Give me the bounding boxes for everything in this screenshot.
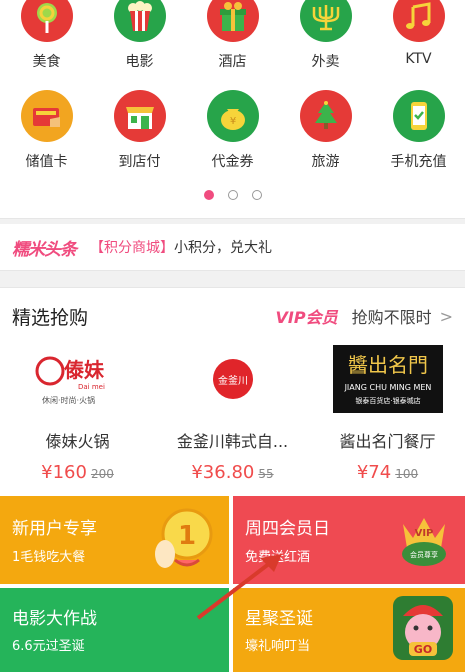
gift-box-icon xyxy=(206,0,259,42)
phone-check-icon xyxy=(392,90,445,142)
deal-name: 傣妹火锅 xyxy=(45,432,110,451)
storefront-icon xyxy=(113,90,166,142)
money-bag-icon: ¥ xyxy=(206,90,259,142)
chevron-right-icon: > xyxy=(439,306,453,326)
christmas-tree-icon xyxy=(299,90,352,142)
category-voucher[interactable]: ¥ 代金券 xyxy=(186,90,279,184)
vip-crown-icon: VIP 会员尊享 xyxy=(402,518,446,566)
logo-text: 傣妹 xyxy=(64,358,105,382)
category-takeout[interactable]: 外卖 xyxy=(279,0,372,84)
lollipop-icon xyxy=(20,0,73,42)
page-dot[interactable] xyxy=(251,190,262,200)
santa-pig-icon: GO xyxy=(393,596,453,660)
deal-item[interactable]: 傣妹 Dai mei 休闲·时尚·火锅 傣妹火锅 ¥160 200 xyxy=(0,344,155,483)
category-label: 手机充值 xyxy=(390,154,447,170)
promo-subtitle: 1毛钱吃大餐 xyxy=(12,550,86,565)
logo-text: 醬出名門 xyxy=(348,353,428,377)
promo-subtitle: 6.6元过圣诞 xyxy=(12,639,85,654)
logo-text: 金釜川 xyxy=(218,374,248,387)
category-grid: 美食 电影 酒店 外卖 KTV 储值卡 到店付 ¥ 代金券 旅游 手机充值 xyxy=(0,0,465,218)
deal-name: 金釜川韩式自... xyxy=(176,432,289,451)
current-price: ¥160 xyxy=(41,462,87,483)
category-travel[interactable]: 旅游 xyxy=(279,90,372,184)
page-dot-active[interactable] xyxy=(203,190,214,200)
category-label: 美食 xyxy=(32,54,61,70)
deal-price: ¥74 100 xyxy=(357,462,418,483)
category-row: 储值卡 到店付 ¥ 代金券 旅游 手机充值 xyxy=(0,90,465,184)
current-price: ¥74 xyxy=(356,462,392,483)
deal-list: 傣妹 Dai mei 休闲·时尚·火锅 傣妹火锅 ¥160 200 金釜川 金釜… xyxy=(0,344,465,483)
badge-subtext: 会员尊享 xyxy=(410,550,438,559)
category-pay-in-store[interactable]: 到店付 xyxy=(93,90,186,184)
popcorn-icon xyxy=(113,0,166,42)
category-label: 代金券 xyxy=(211,154,254,170)
pointer-arrow-icon xyxy=(196,554,282,620)
deal-item[interactable]: 金釜川 金釜川韩式自... ¥36.80 55 xyxy=(155,344,310,483)
deal-name: 酱出名门餐厅 xyxy=(339,432,436,451)
vip-badge: VIP会员 xyxy=(275,308,338,327)
page-indicator xyxy=(0,190,465,200)
promo-title: 周四会员日 xyxy=(245,519,330,539)
shop-logo-daimei: 傣妹 Dai mei 休闲·时尚·火锅 xyxy=(23,344,133,414)
original-price: 200 xyxy=(90,467,114,481)
deal-item[interactable]: 醬出名門 JIANG CHU MING MEN 银泰百货店·银泰城店 酱出名门餐… xyxy=(310,344,465,483)
shop-logo-jinfuchuan: 金釜川 xyxy=(178,344,288,414)
more-link: 抢购不限时 xyxy=(351,308,432,327)
category-stored-card[interactable]: 储值卡 xyxy=(0,90,93,184)
flash-sale-header: 精选抢购 VIP会员 抢购不限时 > xyxy=(0,288,465,344)
category-label: 酒店 xyxy=(218,54,247,70)
category-label: KTV xyxy=(405,51,432,67)
category-ktv[interactable]: KTV xyxy=(372,0,465,84)
shop-logo-jiangchumingmen: 醬出名門 JIANG CHU MING MEN 银泰百货店·银泰城店 xyxy=(332,344,443,414)
original-price: 55 xyxy=(258,467,274,481)
logo-sub: Dai mei xyxy=(78,383,105,391)
candelabra-icon xyxy=(299,0,352,42)
ticker-logo: 糯米头条 xyxy=(12,239,77,260)
logo-tagline: 休闲·时尚·火锅 xyxy=(42,395,95,405)
ticker-message: 【积分商城】小积分，兑大礼 xyxy=(90,237,272,257)
flash-sale-more[interactable]: VIP会员 抢购不限时 > xyxy=(276,288,454,344)
flash-sale-section: 精选抢购 VIP会员 抢购不限时 > 傣妹 Dai mei 休闲·时尚·火锅 傣… xyxy=(0,288,465,493)
original-price: 100 xyxy=(395,467,419,481)
category-phone-topup[interactable]: 手机充值 xyxy=(372,90,465,184)
category-movie[interactable]: 电影 xyxy=(93,0,186,84)
logo-sub: JIANG CHU MING MEN xyxy=(343,383,431,392)
promo-subtitle: 壕礼响叮当 xyxy=(245,639,311,654)
svg-text:¥: ¥ xyxy=(229,116,235,127)
promo-title: 电影大作战 xyxy=(12,609,97,629)
category-food[interactable]: 美食 xyxy=(0,0,93,84)
category-label: 储值卡 xyxy=(25,154,68,170)
badge-text: VIP xyxy=(415,528,434,539)
section-title: 精选抢购 xyxy=(12,306,89,329)
category-row: 美食 电影 酒店 外卖 KTV xyxy=(0,0,465,84)
category-label: 外卖 xyxy=(311,54,340,70)
current-price: ¥36.80 xyxy=(191,462,255,483)
ticker-text: 小积分，兑大礼 xyxy=(174,240,272,256)
stored-card-icon xyxy=(20,90,73,142)
deal-price: ¥36.80 55 xyxy=(191,462,273,483)
category-label: 到店付 xyxy=(118,154,161,170)
category-hotel[interactable]: 酒店 xyxy=(186,0,279,84)
ticker-tag: 【积分商城】 xyxy=(90,240,174,256)
category-label: 电影 xyxy=(125,54,154,70)
page-dot[interactable] xyxy=(227,190,238,200)
promo-title: 新用户专享 xyxy=(12,519,97,539)
badge-text: GO xyxy=(414,643,432,656)
music-note-icon xyxy=(392,0,445,42)
logo-tagline: 银泰百货店·银泰城店 xyxy=(355,396,420,405)
deal-price: ¥160 200 xyxy=(41,462,114,483)
headline-ticker[interactable]: 糯米头条 【积分商城】小积分，兑大礼 xyxy=(0,224,465,270)
divider xyxy=(0,270,465,288)
category-label: 旅游 xyxy=(311,154,340,170)
